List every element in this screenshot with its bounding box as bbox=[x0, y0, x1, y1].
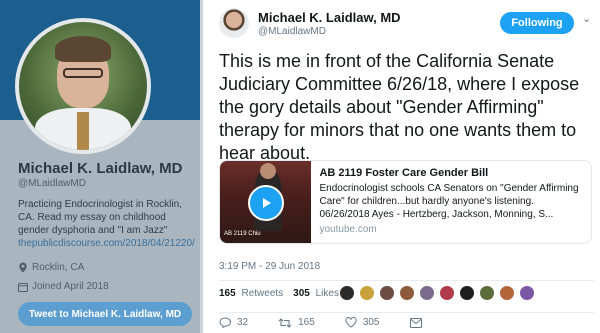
tweet-timestamp[interactable]: 3:19 PM - 29 Jun 2018 bbox=[219, 261, 320, 272]
direct-message-button[interactable] bbox=[409, 317, 422, 328]
chevron-down-icon[interactable]: ⌄ bbox=[582, 12, 591, 25]
calendar-icon bbox=[18, 282, 28, 292]
liker-avatar[interactable] bbox=[379, 285, 395, 301]
tie-shape bbox=[77, 112, 89, 150]
reply-count: 32 bbox=[237, 317, 249, 328]
profile-location: Rocklin, CA bbox=[18, 262, 84, 273]
liker-avatar[interactable] bbox=[339, 285, 355, 301]
liker-avatar[interactable] bbox=[519, 285, 535, 301]
tweet-author-avatar[interactable] bbox=[219, 8, 249, 38]
card-title: AB 2119 Foster Care Gender Bill bbox=[319, 167, 489, 179]
tweet-detail: Michael K. Laidlaw, MD @MLaidlawMD Follo… bbox=[203, 0, 600, 333]
tweet-stats: 165 Retweets 305 Likes bbox=[219, 288, 349, 299]
liker-avatar[interactable] bbox=[399, 285, 415, 301]
retweets-stat[interactable]: 165 Retweets bbox=[219, 288, 283, 299]
profile-joined: Joined April 2018 bbox=[18, 281, 109, 292]
profile-link[interactable]: thepublicdiscourse.com/2018/04/21220/ bbox=[18, 237, 195, 250]
liker-avatar[interactable] bbox=[359, 285, 375, 301]
tweet-actions: 32 165 305 bbox=[219, 317, 452, 328]
divider bbox=[219, 280, 594, 281]
card-description: Endocrinologist schools CA Senators on "… bbox=[319, 183, 579, 220]
retweet-icon bbox=[278, 317, 292, 328]
tweet-author-handle[interactable]: @MLaidlawMD bbox=[258, 26, 326, 37]
link-card[interactable]: AB 2119 Chiu AB 2119 Foster Care Gender … bbox=[219, 160, 592, 244]
profile-photo bbox=[19, 22, 147, 150]
profile-joined-text: Joined April 2018 bbox=[32, 281, 109, 292]
hair-shape bbox=[55, 36, 111, 62]
profile-sidebar: Michael K. Laidlaw, MD @MLaidlawMD Pract… bbox=[0, 0, 200, 333]
play-icon[interactable] bbox=[248, 185, 284, 221]
profile-location-text: Rocklin, CA bbox=[32, 262, 85, 273]
liker-avatar[interactable] bbox=[419, 285, 435, 301]
profile-name[interactable]: Michael K. Laidlaw, MD bbox=[18, 160, 182, 177]
tweet-to-button[interactable]: Tweet to Michael K. Laidlaw, MD bbox=[18, 302, 192, 326]
liker-avatar[interactable] bbox=[479, 285, 495, 301]
thumbnail-caption: AB 2119 Chiu bbox=[224, 231, 261, 237]
speaker-head bbox=[260, 163, 276, 179]
likes-label: Likes bbox=[315, 288, 339, 299]
reply-icon bbox=[219, 317, 231, 328]
following-button[interactable]: Following bbox=[500, 12, 574, 34]
profile-bio: Practicing Endocrinologist in Rocklin, C… bbox=[18, 198, 195, 250]
heart-icon bbox=[345, 317, 357, 328]
card-domain: youtube.com bbox=[319, 224, 377, 235]
like-count: 305 bbox=[362, 317, 380, 328]
divider bbox=[219, 312, 594, 313]
likes-count: 305 bbox=[293, 288, 310, 299]
glasses-shape bbox=[63, 68, 103, 78]
profile-bio-text: Practicing Endocrinologist in Rocklin, C… bbox=[18, 199, 182, 236]
retweet-count: 165 bbox=[298, 317, 315, 328]
like-button[interactable]: 305 bbox=[345, 317, 380, 328]
liker-avatar[interactable] bbox=[459, 285, 475, 301]
envelope-icon bbox=[409, 317, 422, 328]
reply-button[interactable]: 32 bbox=[219, 317, 248, 328]
card-body: AB 2119 Foster Care Gender Bill Endocrin… bbox=[311, 161, 591, 243]
liker-avatars bbox=[339, 285, 535, 301]
likes-stat[interactable]: 305 Likes bbox=[293, 288, 339, 299]
liker-avatar[interactable] bbox=[499, 285, 515, 301]
liker-avatar[interactable] bbox=[439, 285, 455, 301]
profile-avatar[interactable] bbox=[15, 18, 151, 154]
video-thumbnail[interactable]: AB 2119 Chiu bbox=[220, 161, 312, 243]
profile-handle[interactable]: @MLaidlawMD bbox=[18, 178, 86, 189]
retweets-count: 165 bbox=[219, 288, 236, 299]
retweets-label: Retweets bbox=[241, 288, 284, 299]
location-pin-icon bbox=[19, 262, 27, 273]
retweet-button[interactable]: 165 bbox=[278, 317, 315, 328]
tweet-author-name[interactable]: Michael K. Laidlaw, MD bbox=[258, 10, 401, 25]
tweet-text: This is me in front of the California Se… bbox=[219, 51, 580, 163]
